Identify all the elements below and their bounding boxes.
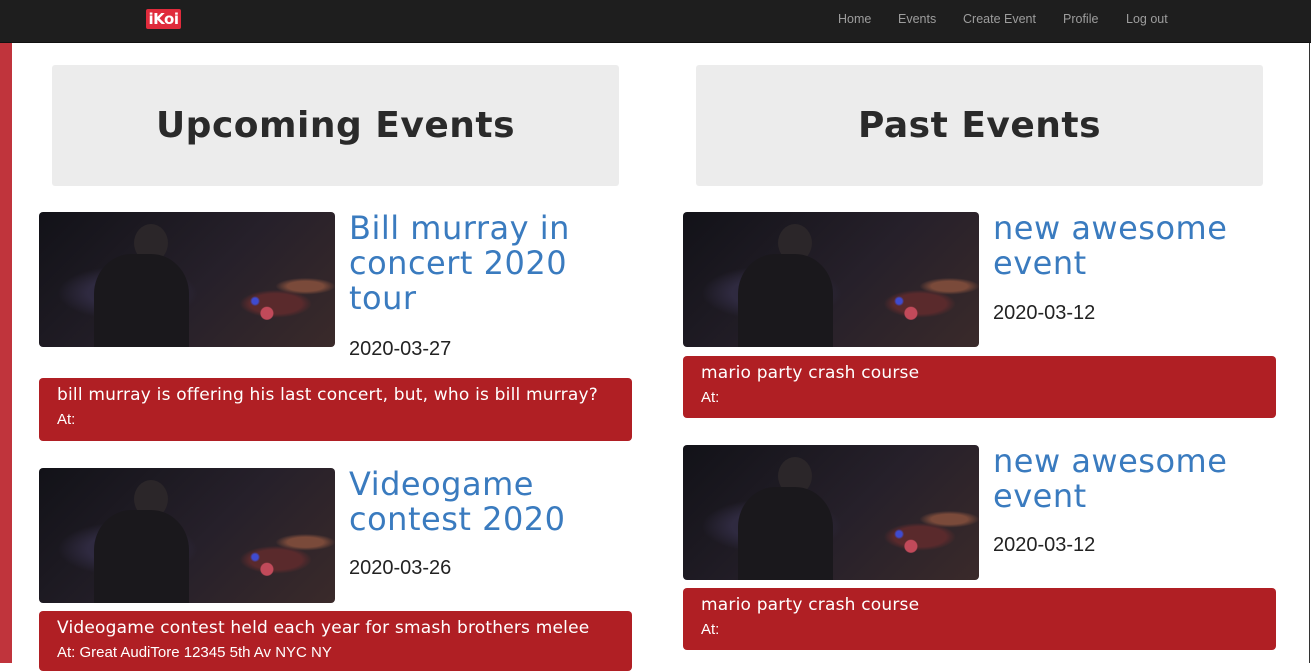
event-description-box: mario party crash course At:	[683, 356, 1276, 418]
event-description: Videogame contest held each year for sma…	[57, 618, 590, 638]
event-description: bill murray is offering his last concert…	[57, 385, 598, 405]
event-title-link[interactable]: new awesome event	[993, 211, 1263, 281]
nav-events-link[interactable]: Events	[898, 12, 936, 26]
nav-logout-link[interactable]: Log out	[1126, 12, 1168, 26]
event-date: 2020-03-26	[349, 557, 452, 579]
left-accent-bar	[0, 43, 12, 663]
event-location: At:	[701, 389, 720, 406]
event-description-box: Videogame contest held each year for sma…	[39, 611, 632, 671]
event-description: mario party crash course	[701, 595, 920, 615]
event-location: At:	[57, 411, 76, 428]
upcoming-events-header: Upcoming Events	[52, 65, 619, 186]
event-image[interactable]	[39, 468, 335, 603]
top-navbar: iKoi Home Events Create Event Profile Lo…	[0, 0, 1311, 43]
event-date: 2020-03-12	[993, 534, 1096, 556]
event-date: 2020-03-12	[993, 302, 1096, 324]
event-location: At: Great AudiTore 12345 5th Av NYC NY	[57, 644, 332, 661]
event-location: At:	[701, 621, 720, 638]
nav-profile-link[interactable]: Profile	[1063, 12, 1098, 26]
main-content: Upcoming Events Bill murray in concert 2…	[12, 43, 1310, 671]
event-image[interactable]	[683, 212, 979, 347]
event-date: 2020-03-27	[349, 338, 452, 360]
nav-home-link[interactable]: Home	[838, 12, 871, 26]
nav-create-event-link[interactable]: Create Event	[963, 12, 1036, 26]
event-title-link[interactable]: Videogame contest 2020	[349, 467, 609, 537]
event-title-link[interactable]: new awesome event	[993, 444, 1263, 514]
event-description-box: mario party crash course At:	[683, 588, 1276, 650]
nav-links: Home Events Create Event Profile Log out	[0, 0, 1311, 42]
upcoming-events-heading: Upcoming Events	[155, 105, 516, 146]
event-title-link[interactable]: Bill murray in concert 2020 tour	[349, 211, 609, 316]
event-image[interactable]	[39, 212, 335, 347]
past-events-header: Past Events	[696, 65, 1263, 186]
event-image[interactable]	[683, 445, 979, 580]
event-description-box: bill murray is offering his last concert…	[39, 378, 632, 441]
event-description: mario party crash course	[701, 363, 920, 383]
past-events-heading: Past Events	[857, 105, 1102, 146]
